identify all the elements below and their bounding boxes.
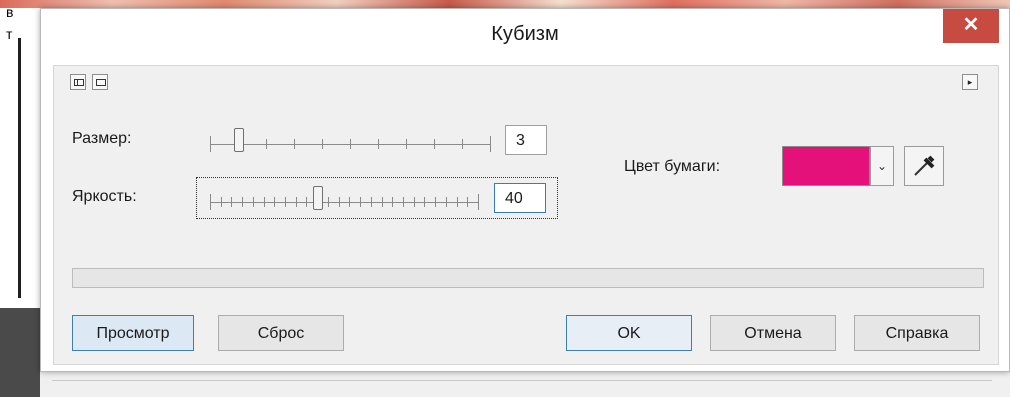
background-document: в т: [0, 4, 40, 397]
slider-tick: [360, 197, 361, 207]
eyedropper-icon: [914, 155, 935, 176]
cancel-button[interactable]: Отмена: [710, 315, 836, 351]
slider-tick: [274, 197, 275, 207]
slider-tick: [322, 139, 323, 149]
slider-tick: [306, 197, 307, 207]
help-button[interactable]: Справка: [854, 315, 980, 351]
paper-color-swatch[interactable]: [782, 146, 870, 186]
slider-thumb[interactable]: [313, 186, 323, 210]
paper-color-label: Цвет бумаги:: [624, 158, 721, 175]
background-dark-area: [0, 308, 40, 397]
slider-tick: [462, 139, 463, 149]
brightness-label: Яркость:: [72, 188, 137, 205]
background-bar: [18, 38, 21, 298]
slider-tick: [378, 139, 379, 149]
progress-bar: [72, 268, 984, 288]
dialog-client-area: ▸ Размер: 3 Яркость: 40 Цвет бумаги: ⌄ П…: [53, 65, 999, 365]
ok-button[interactable]: OK: [566, 315, 692, 351]
cubism-dialog: Кубизм ✕ ▸ Размер: 3 Яркость: 40 Цвет бу…: [40, 8, 1010, 372]
slider-tick: [221, 197, 222, 207]
close-icon: ✕: [962, 14, 980, 36]
slider-tick: [296, 197, 297, 207]
slider-tick: [478, 194, 479, 210]
slider-tick: [328, 197, 329, 207]
background-image-strip: [0, 0, 1010, 8]
slider-tick: [285, 197, 286, 207]
split-view-icon: [74, 79, 84, 86]
slider-tick: [350, 139, 351, 149]
size-input[interactable]: 3: [505, 125, 547, 155]
chevron-down-icon: ⌄: [876, 159, 888, 173]
dialog-title: Кубизм: [491, 23, 559, 45]
background-text-fragment: т: [6, 26, 13, 42]
slider-tick: [294, 139, 295, 149]
slider-tick: [266, 139, 267, 149]
slider-tick: [424, 197, 425, 207]
slider-tick: [392, 197, 393, 207]
slider-thumb[interactable]: [234, 128, 244, 152]
slider-tick: [349, 197, 350, 207]
divider: [52, 380, 992, 381]
paper-color-dropdown[interactable]: ⌄: [870, 146, 894, 186]
slider-tick: [253, 197, 254, 207]
slider-tick: [490, 136, 491, 152]
slider-track: [210, 202, 478, 203]
size-slider[interactable]: [202, 122, 498, 156]
background-panel: [40, 370, 1010, 397]
brightness-slider[interactable]: [202, 180, 486, 214]
slider-tick: [371, 197, 372, 207]
slider-tick: [242, 197, 243, 207]
slider-tick: [210, 194, 211, 210]
slider-tick: [264, 197, 265, 207]
slider-tick: [406, 139, 407, 149]
preview-button[interactable]: Просмотр: [72, 315, 194, 351]
slider-tick: [382, 197, 383, 207]
triangle-right-icon: ▸: [967, 77, 973, 87]
size-label: Размер:: [72, 130, 132, 147]
eyedropper-button[interactable]: [904, 146, 944, 186]
reset-button[interactable]: Сброс: [218, 315, 344, 351]
slider-tick: [435, 197, 436, 207]
slider-tick: [339, 197, 340, 207]
single-view-icon: [96, 79, 106, 86]
expand-arrow-button[interactable]: ▸: [962, 74, 978, 90]
title-bar[interactable]: Кубизм ✕: [41, 9, 1009, 61]
slider-tick: [210, 136, 211, 152]
single-view-button[interactable]: [92, 74, 108, 90]
slider-tick: [457, 197, 458, 207]
slider-tick: [403, 197, 404, 207]
close-button[interactable]: ✕: [943, 9, 999, 43]
brightness-input[interactable]: 40: [494, 183, 546, 213]
slider-tick: [467, 197, 468, 207]
background-text-fragment: в: [6, 4, 14, 20]
split-view-button[interactable]: [70, 74, 86, 90]
slider-tick: [434, 139, 435, 149]
slider-tick: [414, 197, 415, 207]
slider-tick: [446, 197, 447, 207]
slider-tick: [231, 197, 232, 207]
